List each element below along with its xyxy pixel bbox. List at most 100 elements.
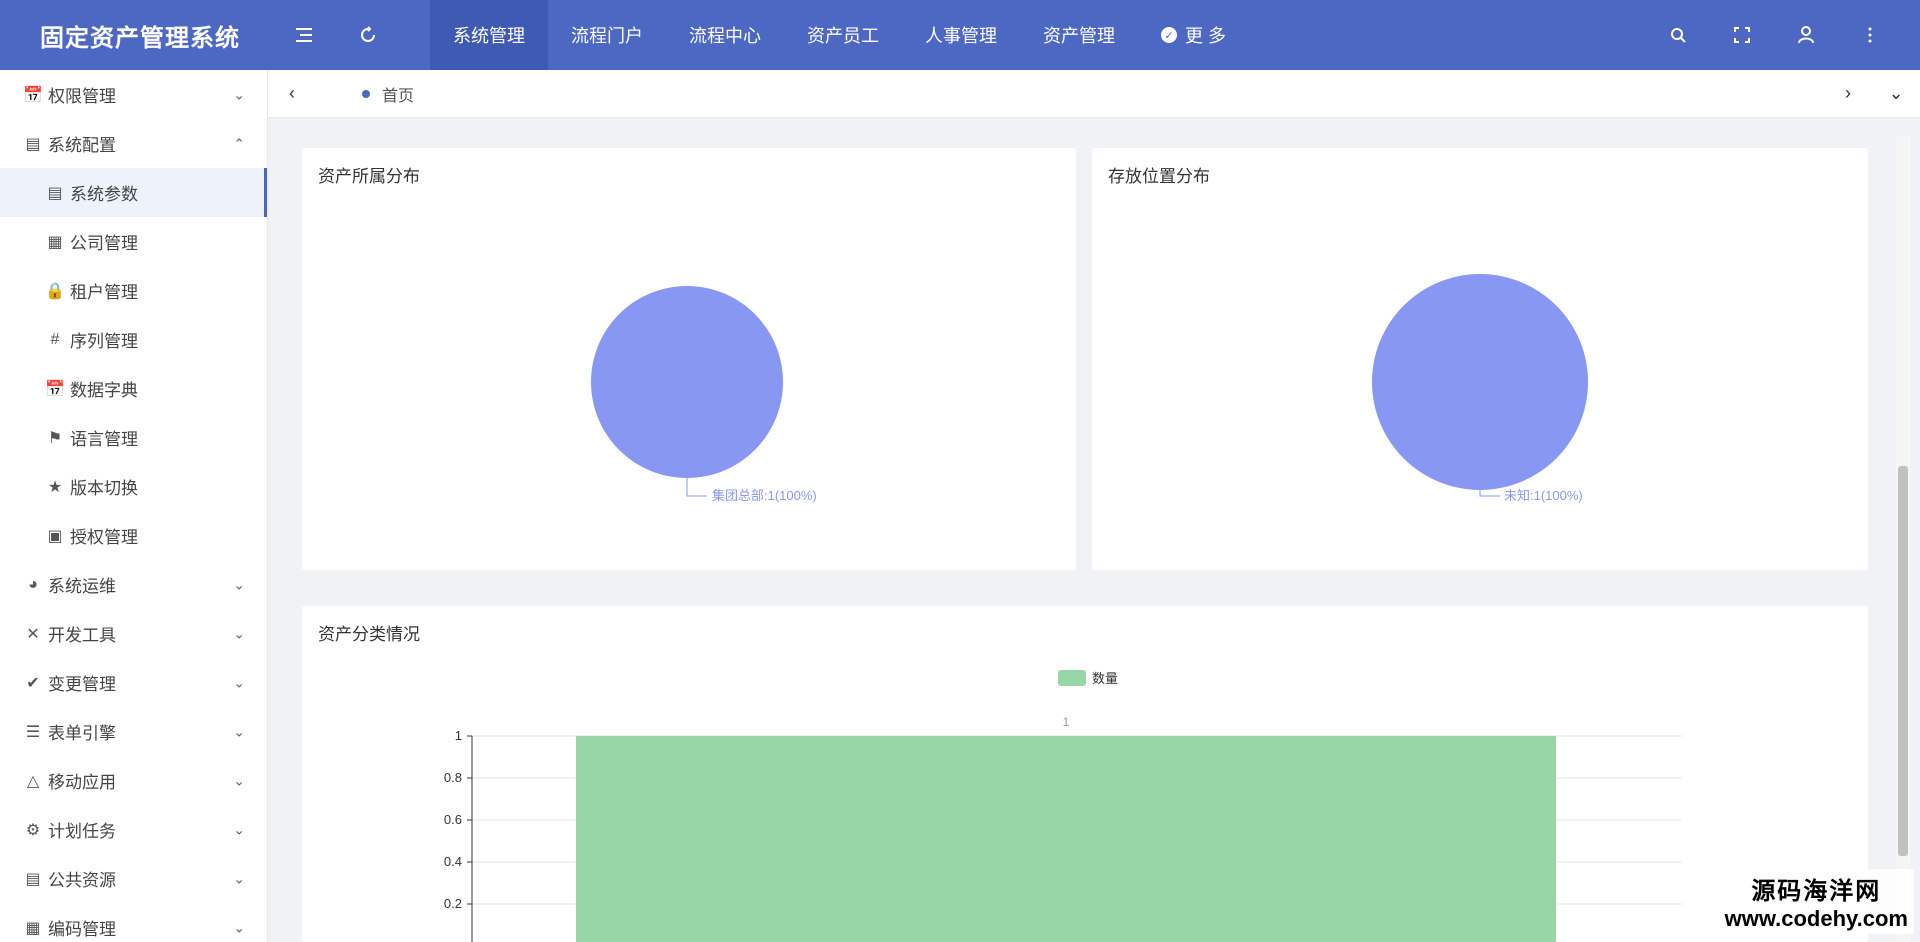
sidebar: 📅 权限管理 ⌄ ▤ 系统配置 ⌃ ▤ 系统参数 ▦ 公司管理 🔒 租户管理 #…: [0, 70, 268, 942]
calendar-icon: 📅: [45, 380, 65, 398]
more-vertical-icon[interactable]: [1838, 0, 1902, 70]
cube-icon: △: [26, 772, 40, 790]
asset-category-bar-chart: 数量 1 0.8 0.6 0.4 0.2 1: [444, 670, 1682, 942]
sidebar-item-label: 计划任务: [48, 822, 116, 841]
lock-icon: 🔒: [45, 282, 65, 300]
flag-icon: ⚑: [47, 429, 63, 447]
sidebar-item-change[interactable]: ✔ 变更管理 ⌄: [0, 658, 267, 707]
grid-icon: ▦: [25, 919, 41, 937]
chevron-down-icon: ⌄: [233, 870, 245, 886]
nav-more-label: 更 多: [1185, 26, 1227, 46]
watermark: 源码海洋网 www.codehy.com: [1718, 869, 1914, 934]
legend-label: 数量: [1092, 671, 1118, 686]
pie-label-line: [1479, 490, 1500, 497]
sidebar-item-label: 权限管理: [48, 87, 116, 106]
sidebar-item-form-engine[interactable]: ☰ 表单引擎 ⌄: [0, 707, 267, 756]
top-header: 固定资产管理系统 系统管理 流程门户 流程中心 资产员工 人事管理 资产管理 ✓…: [0, 0, 1920, 70]
chevron-down-circle-icon: ✓: [1161, 27, 1177, 43]
check-circle-icon: ✔: [26, 674, 40, 692]
top-nav: 系统管理 流程门户 流程中心 资产员工 人事管理 资产管理 ✓ 更 多: [430, 0, 1249, 70]
nav-process-portal[interactable]: 流程门户: [548, 0, 666, 70]
bars: 1: [576, 715, 1556, 942]
sidebar-item-label: 租户管理: [70, 283, 138, 302]
nav-hr-management[interactable]: 人事管理: [902, 0, 1020, 70]
search-icon[interactable]: [1646, 0, 1710, 70]
menu-toggle-icon[interactable]: [272, 0, 336, 70]
sidebar-item-company[interactable]: ▦ 公司管理: [0, 217, 267, 266]
chevron-left-icon[interactable]: ‹: [268, 70, 316, 118]
user-icon[interactable]: [1774, 0, 1838, 70]
sidebar-item-schedule[interactable]: ⚙ 计划任务 ⌄: [0, 805, 267, 854]
chevron-down-icon: ⌄: [233, 625, 245, 641]
sidebar-item-version[interactable]: ★ 版本切换: [0, 462, 267, 511]
location-pie-chart: 未知:1(100%): [1372, 274, 1588, 503]
sidebar-item-label: 数据字典: [70, 381, 138, 400]
pie-label-line: [686, 478, 707, 497]
tools-icon: ✕: [26, 625, 40, 643]
sidebar-item-label: 公共资源: [48, 871, 116, 890]
watermark-line1: 源码海洋网: [1751, 878, 1882, 905]
sidebar-item-label: 开发工具: [48, 626, 116, 645]
sidebar-item-dev-tools[interactable]: ✕ 开发工具 ⌄: [0, 609, 267, 658]
sidebar-item-label: 公司管理: [70, 234, 138, 253]
asset-owner-pie-chart: 集团总部:1(100%): [591, 286, 817, 503]
bars-icon: ☰: [25, 723, 41, 741]
chevron-right-icon[interactable]: ›: [1824, 70, 1872, 118]
nav-system-management[interactable]: 系统管理: [430, 0, 548, 70]
legend-swatch[interactable]: [1058, 670, 1086, 686]
sidebar-item-permission[interactable]: 📅 权限管理 ⌄: [0, 70, 267, 119]
chevron-down-icon: ⌄: [233, 86, 245, 102]
pie-slice-unknown[interactable]: [1372, 274, 1588, 490]
refresh-icon[interactable]: [336, 0, 400, 70]
tab-home[interactable]: 首页: [362, 82, 414, 106]
sidebar-item-license[interactable]: ▣ 授权管理: [0, 511, 267, 560]
nav-asset-staff[interactable]: 资产员工: [784, 0, 902, 70]
chevron-down-icon: ⌄: [233, 723, 245, 739]
list-card-icon: ▤: [47, 184, 63, 202]
sidebar-item-label: 变更管理: [48, 675, 116, 694]
calendar-icon: 📅: [23, 86, 43, 104]
sidebar-item-label: 系统参数: [70, 185, 138, 204]
main-content: 资产所属分布 集团总部:1(100%) 存放位置分布 未知:1(100%) 资产…: [268, 118, 1890, 942]
sidebar-item-language[interactable]: ⚑ 语言管理: [0, 413, 267, 462]
sidebar-item-sequence[interactable]: # 序列管理: [0, 315, 267, 364]
sidebar-item-system-params[interactable]: ▤ 系统参数: [0, 168, 267, 217]
hash-icon: #: [50, 330, 60, 348]
nav-asset-management[interactable]: 资产管理: [1020, 0, 1138, 70]
sidebar-item-label: 语言管理: [70, 430, 138, 449]
server-icon: ▤: [25, 870, 41, 888]
app-title: 固定资产管理系统: [40, 24, 240, 52]
scrollbar[interactable]: [1896, 136, 1910, 942]
sidebar-item-encoding[interactable]: ▦ 编码管理 ⌄: [0, 903, 267, 942]
sidebar-item-label: 版本切换: [70, 479, 138, 498]
tabs-bar: ‹ 首页 › ⌄: [268, 70, 1920, 118]
scrollbar-thumb[interactable]: [1898, 466, 1908, 856]
pie-slice-label: 集团总部:1(100%): [712, 488, 817, 503]
star-icon: ★: [47, 478, 63, 496]
chevron-down-icon: ⌄: [233, 576, 245, 592]
gear-box-icon: ⚙: [25, 821, 41, 839]
chevron-down-icon: ⌄: [233, 772, 245, 788]
nav-more[interactable]: ✓ 更 多: [1138, 0, 1249, 70]
chevron-down-icon[interactable]: ⌄: [1872, 70, 1920, 118]
sidebar-item-dictionary[interactable]: 📅 数据字典: [0, 364, 267, 413]
fullscreen-icon[interactable]: [1710, 0, 1774, 70]
pie-slice-group-hq[interactable]: [591, 286, 783, 478]
sidebar-item-label: 系统运维: [48, 577, 116, 596]
chevron-down-icon: ⌄: [233, 821, 245, 837]
y-tick-label: 0.6: [444, 812, 462, 827]
sidebar-item-public-res[interactable]: ▤ 公共资源 ⌄: [0, 854, 267, 903]
sidebar-item-label: 授权管理: [70, 528, 138, 547]
nav-process-center[interactable]: 流程中心: [666, 0, 784, 70]
sidebar-item-system-config[interactable]: ▤ 系统配置 ⌃: [0, 119, 267, 168]
sidebar-item-label: 序列管理: [70, 332, 138, 351]
bar[interactable]: [576, 736, 1556, 942]
watermark-line2: www.codehy.com: [1724, 906, 1908, 931]
sidebar-item-tenant[interactable]: 🔒 租户管理: [0, 266, 267, 315]
sidebar-item-label: 表单引擎: [48, 724, 116, 743]
server-icon: ▤: [25, 135, 41, 153]
sidebar-item-ops[interactable]: ◕ 系统运维 ⌄: [0, 560, 267, 609]
license-icon: ▣: [47, 527, 63, 545]
sidebar-item-mobile[interactable]: △ 移动应用 ⌄: [0, 756, 267, 805]
y-tick-label: 0.2: [444, 896, 462, 911]
